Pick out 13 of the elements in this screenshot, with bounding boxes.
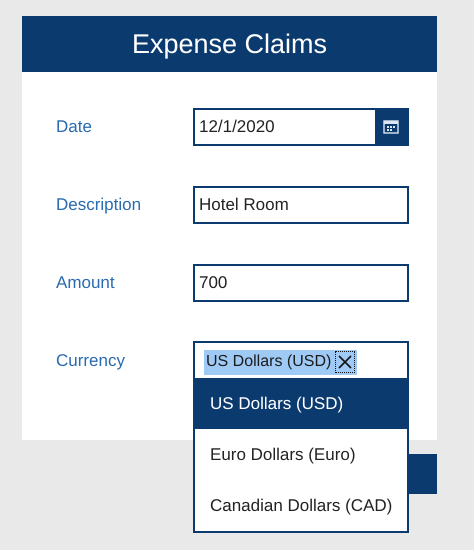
date-picker[interactable]: 12/1/2020 <box>193 108 409 146</box>
remove-button[interactable] <box>335 351 356 373</box>
input-field[interactable]: 700 <box>193 264 409 302</box>
input-field[interactable]: Hotel Room <box>193 186 409 224</box>
field-label: Currency <box>55 350 126 372</box>
field-label: Amount <box>55 272 116 294</box>
calendar-icon[interactable] <box>383 120 399 134</box>
field-label: Date <box>55 116 93 138</box>
dropdown-option[interactable]: US Dollars (USD) <box>195 378 407 429</box>
header-title: Expense Claims <box>132 28 328 61</box>
selected-chip: US Dollars (USD) <box>204 350 358 374</box>
close-icon <box>338 355 352 369</box>
field-label: Description <box>55 194 142 216</box>
